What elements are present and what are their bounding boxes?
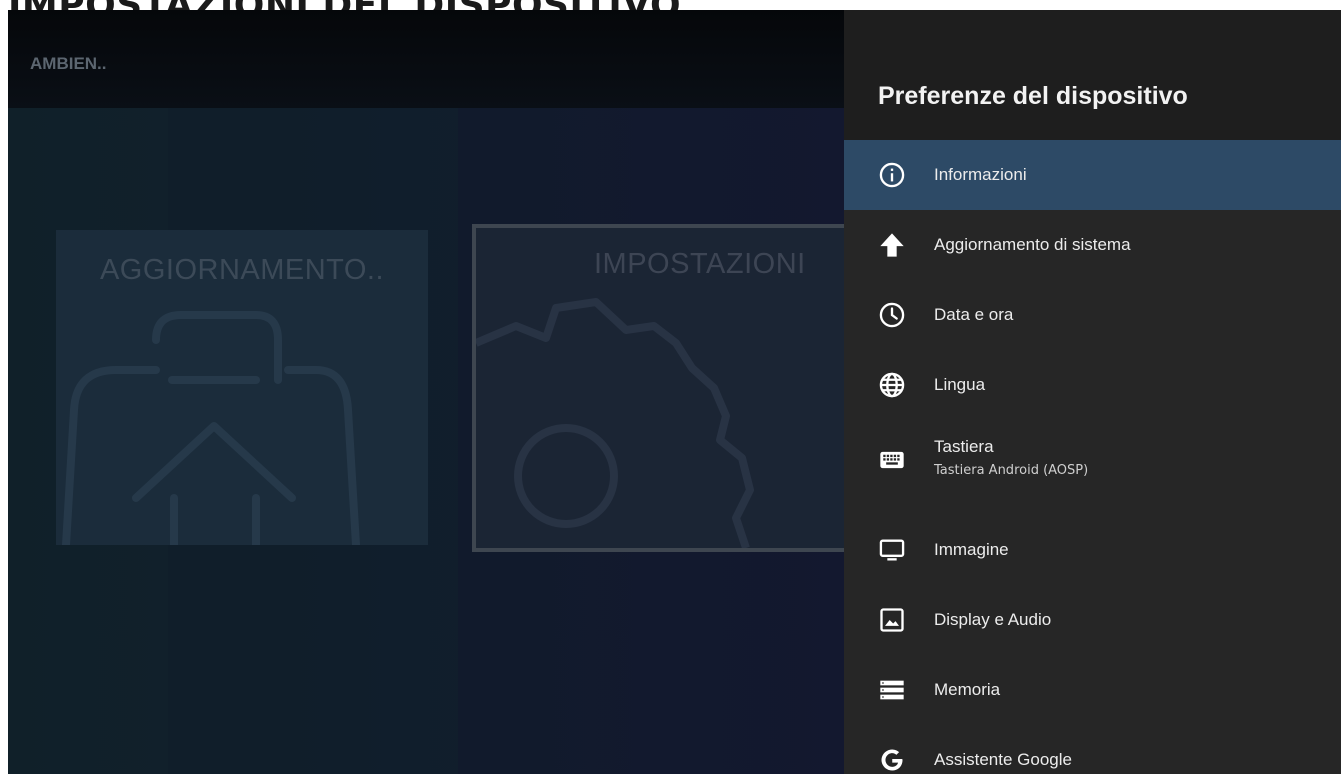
clock-icon — [879, 302, 905, 328]
menu-item-aggiornamento[interactable]: Aggiornamento di sistema — [844, 210, 1341, 280]
arrow-up-icon — [880, 233, 904, 257]
menu-item-lingua[interactable]: Lingua — [844, 350, 1341, 420]
menu-item-data-ora[interactable]: Data e ora — [844, 280, 1341, 350]
settings-panel: Preferenze del dispositivo Informazioni … — [844, 10, 1341, 774]
ambient-label[interactable]: AMBIEN.. — [30, 54, 107, 74]
google-icon — [881, 749, 903, 771]
tile-system-update[interactable]: AGGIORNAMENTO.. — [56, 230, 428, 545]
top-bar: AMBIEN.. — [8, 10, 844, 108]
globe-icon — [879, 372, 905, 398]
menu-item-label: Memoria — [934, 680, 1001, 699]
monitor-icon — [879, 539, 905, 561]
image-icon — [880, 608, 904, 632]
menu-item-immagine[interactable]: Immagine — [844, 515, 1341, 585]
storage-icon — [880, 680, 904, 700]
menu-item-label: Lingua — [934, 375, 986, 394]
panel-title: Preferenze del dispositivo — [878, 82, 1188, 110]
menu-item-label: Tastiera — [934, 437, 994, 456]
keyboard-icon — [880, 451, 904, 469]
menu-item-tastiera[interactable]: Tastiera Tastiera Android (AOSP) — [844, 420, 1341, 500]
page-heading: IMPOSTAZIONI DEL DISPOSITIVO — [8, 0, 840, 10]
tile-title: AGGIORNAMENTO.. — [99, 254, 385, 286]
menu-item-memoria[interactable]: Memoria — [844, 655, 1341, 725]
panel-header: Preferenze del dispositivo — [844, 10, 1341, 140]
menu-item-label: Assistente Google — [934, 750, 1072, 769]
tile-title: IMPOSTAZIONI — [594, 248, 806, 280]
tv-screen: AMBIEN.. AGGIORNAMENTO.. IMPOSTAZIONI Pr… — [8, 10, 1341, 774]
menu-item-label: Aggiornamento di sistema — [934, 235, 1131, 254]
tile-settings[interactable]: IMPOSTAZIONI — [472, 224, 852, 552]
menu-item-label: Data e ora — [934, 305, 1014, 324]
menu-item-sublabel: Tastiera Android (AOSP) — [934, 463, 1089, 478]
menu-item-label: Informazioni — [934, 165, 1027, 184]
menu-item-assistente-google[interactable]: Assistente Google — [844, 725, 1341, 774]
menu-item-label: Immagine — [934, 540, 1009, 559]
menu-item-display-audio[interactable]: Display e Audio — [844, 585, 1341, 655]
menu-item-label: Display e Audio — [934, 610, 1052, 629]
menu-item-informazioni[interactable]: Informazioni — [844, 140, 1341, 210]
info-icon — [879, 162, 905, 188]
